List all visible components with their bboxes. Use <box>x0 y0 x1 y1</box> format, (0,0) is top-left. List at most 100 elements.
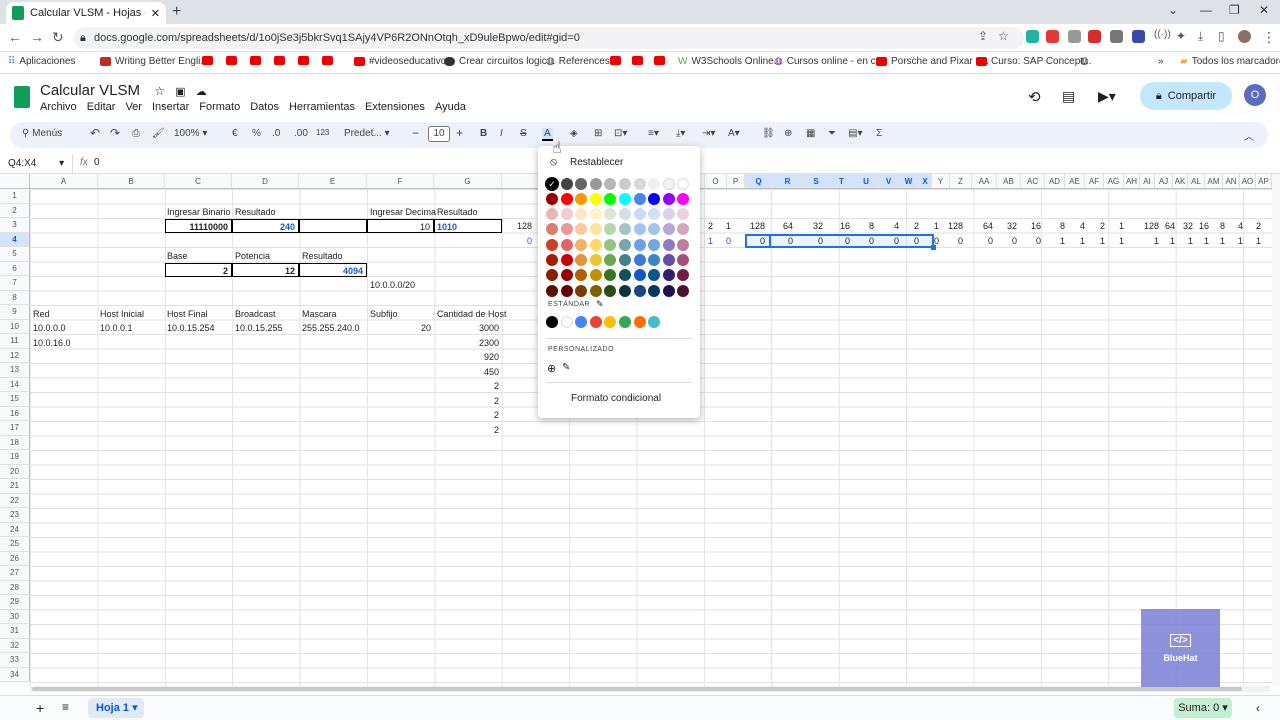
cell-g3[interactable]: 1010 <box>434 219 502 233</box>
bookmark-star-icon[interactable]: ☆ <box>998 29 1009 43</box>
bookmark-item[interactable] <box>654 56 665 65</box>
name-box[interactable]: Q4:X4 ▾ <box>8 158 64 169</box>
close-tab-icon[interactable]: ✕ <box>151 7 160 20</box>
active-cell[interactable] <box>745 234 771 248</box>
row-header[interactable]: 17 <box>0 421 30 436</box>
color-swatch[interactable] <box>560 193 573 205</box>
color-swatch[interactable] <box>648 223 661 236</box>
column-header[interactable]: AD <box>1045 174 1065 189</box>
menu-extensiones[interactable]: Extensiones <box>365 101 425 113</box>
comment-icon[interactable]: ⊕ <box>784 128 792 139</box>
color-swatch[interactable] <box>546 208 558 220</box>
color-swatch[interactable] <box>560 238 573 251</box>
color-swatch[interactable] <box>619 193 631 205</box>
color-swatch[interactable] <box>560 284 573 297</box>
color-swatch[interactable] <box>589 208 602 220</box>
column-header[interactable]: R <box>773 174 803 189</box>
strikethrough-icon[interactable]: S <box>520 128 527 139</box>
color-swatch[interactable] <box>677 269 690 282</box>
history-icon[interactable]: ⟲ <box>1028 88 1041 106</box>
standard-color-swatch[interactable] <box>619 316 631 328</box>
color-swatch[interactable] <box>648 193 661 205</box>
color-swatch[interactable] <box>677 284 690 297</box>
extension-icon[interactable] <box>1026 30 1039 43</box>
fill-handle[interactable] <box>931 245 936 250</box>
column-header[interactable]: AG <box>1104 174 1124 189</box>
cell-g12[interactable]: 920 <box>434 350 502 364</box>
color-swatch[interactable] <box>575 269 588 282</box>
cell-c2[interactable]: Ingresar Binario <box>167 205 231 219</box>
color-swatch[interactable] <box>633 269 646 282</box>
extension-icon[interactable] <box>1110 30 1123 43</box>
download-icon[interactable]: ⤓ <box>1198 29 1203 44</box>
all-sheets-icon[interactable]: ≡ <box>62 700 69 714</box>
comments-icon[interactable]: ▤ <box>1062 88 1075 105</box>
side-panel-icon[interactable]: ▯ <box>1218 29 1225 43</box>
borders-icon[interactable]: ⊞ <box>594 128 602 139</box>
color-swatch[interactable] <box>575 223 588 236</box>
color-swatch[interactable] <box>589 238 602 251</box>
color-swatch[interactable] <box>619 178 631 190</box>
row-header[interactable]: 15 <box>0 392 30 407</box>
color-swatch[interactable] <box>648 208 661 220</box>
column-header[interactable]: AL <box>1188 174 1205 189</box>
cell-g9[interactable]: Cantidad de Host <box>437 307 507 321</box>
color-swatch[interactable] <box>633 193 646 205</box>
cell-g17[interactable]: 2 <box>434 423 502 437</box>
cell-row3[interactable]: 16 <box>1018 219 1044 233</box>
currency-format[interactable]: € <box>232 128 238 139</box>
row-header[interactable]: 16 <box>0 406 30 421</box>
decrease-decimals[interactable]: .0 <box>272 128 280 139</box>
color-swatch[interactable] <box>619 284 631 297</box>
eyedropper-icon[interactable]: ✎ <box>562 362 570 373</box>
extension-icon[interactable] <box>1046 30 1059 43</box>
back-icon[interactable]: ← <box>8 29 22 45</box>
column-header[interactable]: B <box>98 174 165 189</box>
menu-archivo[interactable]: Archivo <box>40 101 77 113</box>
more-formats[interactable]: 123 <box>316 128 329 137</box>
menu-insertar[interactable]: Insertar <box>152 101 189 113</box>
menu-datos[interactable]: Datos <box>250 101 279 113</box>
color-swatch[interactable]: ✓ <box>546 178 558 190</box>
color-swatch[interactable] <box>560 223 573 236</box>
color-swatch[interactable] <box>633 178 646 190</box>
row-header[interactable]: 31 <box>0 624 30 639</box>
row-header[interactable]: 4 <box>0 232 30 247</box>
color-swatch[interactable] <box>589 223 602 236</box>
standard-color-swatch[interactable] <box>604 316 617 328</box>
row-header[interactable]: 11 <box>0 334 30 349</box>
color-swatch[interactable] <box>677 178 690 190</box>
cell-c3[interactable]: 11110000 <box>165 219 232 233</box>
color-swatch[interactable] <box>604 253 617 266</box>
color-swatch[interactable] <box>546 223 558 236</box>
column-header[interactable]: G <box>434 174 502 189</box>
italic-icon[interactable]: I <box>500 128 503 139</box>
align-icon[interactable]: ≡▾ <box>648 128 659 139</box>
column-header[interactable]: W <box>899 174 919 189</box>
cell-row4[interactable]: 0 <box>940 234 966 248</box>
standard-color-swatch[interactable] <box>546 316 558 328</box>
column-header[interactable]: AK <box>1173 174 1188 189</box>
color-swatch[interactable] <box>662 269 675 282</box>
functions-icon[interactable]: Σ <box>876 128 882 139</box>
cell-row3[interactable]: 1 <box>1101 219 1127 233</box>
color-swatch[interactable] <box>662 253 675 266</box>
fill-color-icon[interactable]: ◈ <box>570 128 578 139</box>
color-swatch[interactable] <box>619 208 631 220</box>
standard-color-swatch[interactable] <box>589 316 602 328</box>
browser-menu-icon[interactable]: ⋮ <box>1262 29 1276 46</box>
color-swatch[interactable] <box>648 178 661 190</box>
row-header[interactable]: 18 <box>0 435 30 450</box>
bookmark-item[interactable] <box>274 56 285 65</box>
reload-icon[interactable]: ↻ <box>52 29 64 46</box>
color-swatch[interactable] <box>619 238 631 251</box>
color-swatch[interactable] <box>677 223 690 236</box>
cell-row3[interactable]: 8 <box>851 219 877 233</box>
color-swatch[interactable] <box>662 238 675 251</box>
row-header[interactable]: 27 <box>0 566 30 581</box>
bookmark-item[interactable]: ◍ Cursos online - en c... <box>774 56 884 67</box>
menu-editar[interactable]: Editar <box>87 101 116 113</box>
bookmark-item[interactable] <box>226 56 237 65</box>
cell-a9[interactable]: Red <box>33 307 50 321</box>
row-header[interactable]: 34 <box>0 667 30 682</box>
